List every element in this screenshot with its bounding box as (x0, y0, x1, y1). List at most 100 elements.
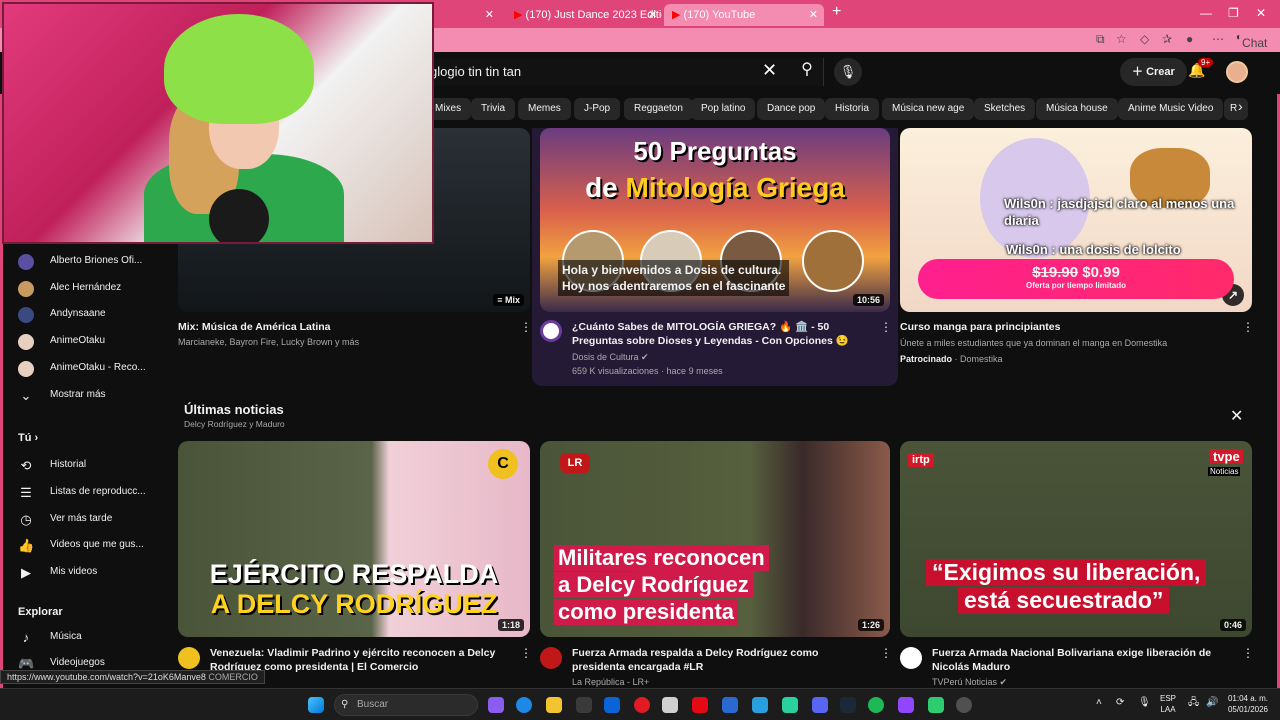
video-thumbnail[interactable]: C EJÉRCITO RESPALDA A DELCY RODRÍGUEZ 1:… (178, 441, 530, 637)
sidebar-sub-animeotaku[interactable]: AnimeOtaku (18, 332, 158, 352)
taskbar-search[interactable]: ⚲ Buscar (334, 694, 478, 716)
spotify-icon[interactable] (868, 697, 884, 713)
close-icon[interactable]: ✕ (809, 4, 818, 26)
news-card[interactable]: irtp tvpe Noticias “Exigimos su liberaci… (900, 441, 1254, 687)
sidebar-sub-alec[interactable]: Alec Hernández (18, 279, 158, 299)
sidebar-item-my-videos[interactable]: ▶ Mis videos (18, 563, 158, 583)
search-icon[interactable]: ⚲ (790, 59, 824, 85)
tab-previous[interactable]: ✕ (440, 4, 500, 26)
channel-name[interactable]: TVPerú Noticias ✔ (932, 675, 1007, 689)
video-title[interactable]: ¿Cuánto Sabes de MITOLOGÍA GRIEGA? 🔥 🏛️ … (572, 320, 872, 348)
more-options-icon[interactable]: ⋮ (880, 320, 892, 334)
copilot-chat-button[interactable]: ◐ Chat (1236, 32, 1267, 50)
news-card[interactable]: C EJÉRCITO RESPALDA A DELCY RODRÍGUEZ 1:… (178, 441, 532, 673)
store-icon[interactable] (576, 697, 592, 713)
steam-icon[interactable] (840, 697, 856, 713)
channel-name[interactable]: Dosis de Cultura ✔ (572, 350, 649, 364)
clock[interactable]: 01:04 a. m. 05/01/2026 (1224, 693, 1272, 715)
copilot-icon[interactable] (488, 697, 504, 713)
snipping-tool-icon[interactable] (662, 697, 678, 713)
video-thumbnail[interactable]: irtp tvpe Noticias “Exigimos su liberaci… (900, 441, 1252, 637)
channel-avatar[interactable] (178, 647, 200, 669)
clear-search-icon[interactable]: ✕ (762, 60, 777, 81)
discord-icon[interactable] (812, 697, 828, 713)
tab-just-dance[interactable]: ▶ (170) Just Dance 2023 Edition - Se (506, 4, 662, 26)
chip-anime-music-video[interactable]: Anime Music Video (1118, 98, 1224, 120)
search-box[interactable]: glogio tin tin tan ✕ ⚲ (420, 58, 824, 86)
netflix-icon[interactable] (692, 697, 708, 713)
chip-dance-pop[interactable]: Dance pop (757, 98, 826, 120)
close-icon[interactable]: ✕ (648, 4, 664, 26)
microphone-icon[interactable]: 🎙 (834, 58, 862, 86)
more-options-icon[interactable]: ⋮ (520, 320, 532, 334)
channel-avatar[interactable] (900, 647, 922, 669)
chip-memes[interactable]: Memes (518, 98, 571, 120)
news-card[interactable]: LR Militares reconocen a Delcy Rodríguez… (540, 441, 892, 687)
sidebar-item-historial[interactable]: ⟲ Historial (18, 456, 158, 476)
volume-icon[interactable]: 🔊 (1206, 697, 1218, 708)
windows-start-icon[interactable] (308, 697, 324, 713)
file-explorer-icon[interactable] (546, 697, 562, 713)
twitch-icon[interactable] (898, 697, 914, 713)
channel-name[interactable]: La República - LR+ (572, 675, 649, 689)
tab-youtube[interactable]: ▶ (170) YouTube ✕ (664, 4, 824, 26)
sidebar-item-liked[interactable]: 👍 Videos que me gus... (18, 536, 158, 556)
translate-icon[interactable]: ⧉ (1096, 32, 1105, 47)
sidebar-you-header[interactable]: Tú › (18, 432, 38, 444)
sidebar-item-watch-later[interactable]: ◷ Ver más tarde (18, 510, 158, 530)
video-card-mitologia[interactable]: 50 Preguntas de Mitología Griega Hola y … (540, 128, 892, 378)
promo-price-banner[interactable]: $19.90 $0.99 Oferta por tiempo limitado (918, 259, 1234, 299)
sidebar-sub-animeotaku-reco[interactable]: AnimeOtaku - Reco... (18, 359, 158, 379)
new-tab-button[interactable]: + (832, 3, 841, 21)
close-icon[interactable]: ✕ (1230, 406, 1243, 426)
chip-reggaeton[interactable]: Reggaeton (624, 98, 693, 120)
more-options-icon[interactable]: ⋮ (1242, 646, 1254, 660)
search-input[interactable]: glogio tin tin tan (430, 64, 521, 79)
chip-musica-house[interactable]: Música house (1036, 98, 1118, 120)
edge-icon[interactable] (516, 697, 532, 713)
create-button[interactable]: ＋ Crear (1120, 58, 1187, 86)
chip-truncated[interactable]: R (1224, 98, 1248, 120)
minimize-icon[interactable]: — (1200, 6, 1212, 20)
extension-icon[interactable]: ◇ (1140, 32, 1149, 46)
mail-icon[interactable] (604, 697, 620, 713)
chip-jpop[interactable]: J-Pop (574, 98, 621, 120)
more-options-icon[interactable]: ⋮ (520, 646, 532, 660)
sidebar-sub-alberto[interactable]: Alberto Briones Ofi... (18, 252, 158, 272)
language-indicator[interactable]: ESP LAA (1160, 693, 1176, 715)
app-icon[interactable] (928, 697, 944, 713)
obs-icon[interactable] (956, 697, 972, 713)
more-icon[interactable]: ⋯ (1212, 32, 1224, 46)
capcut-icon[interactable] (782, 697, 798, 713)
chip-musica-new-age[interactable]: Música new age (882, 98, 975, 120)
notifications-button[interactable]: 🔔 9+ (1188, 58, 1214, 79)
sidebar-sub-andynsaane[interactable]: Andynsaane (18, 305, 158, 325)
more-options-icon[interactable]: ⋮ (1242, 320, 1254, 334)
video-thumbnail[interactable]: 50 Preguntas de Mitología Griega Hola y … (540, 128, 890, 312)
video-title[interactable]: Mix: Música de América Latina (178, 320, 508, 334)
app-icon[interactable] (752, 697, 768, 713)
app-icon[interactable] (722, 697, 738, 713)
ad-title[interactable]: Curso manga para principiantes (900, 320, 1060, 334)
opera-icon[interactable] (634, 697, 650, 713)
chevron-up-icon[interactable]: ˄ (1096, 697, 1102, 708)
mic-icon[interactable]: 🎙 (1138, 697, 1151, 708)
chip-pop-latino[interactable]: Pop latino (691, 98, 756, 120)
video-title[interactable]: Fuerza Armada Nacional Bolivariana exige… (932, 646, 1232, 674)
close-icon[interactable]: ✕ (485, 4, 494, 26)
channel-avatar[interactable] (540, 647, 562, 669)
sidebar-show-more[interactable]: ⌄ Mostrar más (18, 386, 158, 406)
channel-avatar[interactable] (540, 320, 562, 342)
network-icon[interactable]: 🖧 (1188, 697, 1199, 708)
chevron-right-icon[interactable]: › (1238, 98, 1243, 114)
close-window-icon[interactable]: ✕ (1256, 6, 1266, 20)
chip-trivia[interactable]: Trivia (471, 98, 516, 120)
account-avatar[interactable] (1226, 61, 1248, 83)
more-options-icon[interactable]: ⋮ (880, 646, 892, 660)
sync-icon[interactable]: ⟳ (1116, 697, 1124, 708)
chip-sketches[interactable]: Sketches (974, 98, 1036, 120)
favorites-icon[interactable]: ✰ (1162, 32, 1172, 46)
sidebar-item-music[interactable]: ♪ Música (18, 628, 158, 648)
video-thumbnail[interactable]: LR Militares reconocen a Delcy Rodríguez… (540, 441, 890, 637)
maximize-icon[interactable]: ❐ (1228, 6, 1239, 20)
